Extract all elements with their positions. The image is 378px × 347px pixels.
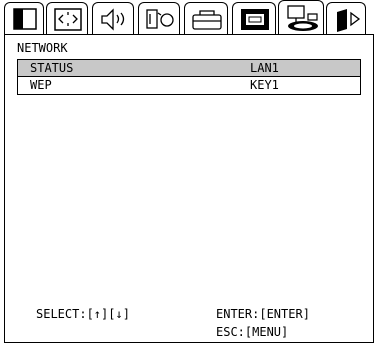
menu-item-label: STATUS — [30, 61, 74, 75]
section-title: NETWORK — [17, 41, 68, 55]
audio-tab[interactable] — [92, 2, 134, 34]
setup-tab[interactable] — [138, 2, 180, 34]
image-tab[interactable] — [46, 2, 88, 34]
menu-item-value: KEY1 — [250, 78, 279, 92]
next-tab[interactable] — [326, 2, 366, 34]
menu-item-wep[interactable]: WEP KEY1 — [17, 77, 361, 95]
network-tab[interactable] — [278, 0, 324, 36]
options-tab[interactable] — [184, 2, 228, 34]
menu-tab-bar — [0, 0, 378, 36]
menu-item-value: LAN1 — [250, 61, 279, 75]
menu-item-status[interactable]: STATUS LAN1 — [17, 59, 361, 77]
network-menu-list: STATUS LAN1 WEP KEY1 — [17, 59, 361, 95]
picture-tab[interactable] — [4, 2, 44, 34]
network-menu-panel: NETWORK STATUS LAN1 WEP KEY1 SELECT:[↑][… — [4, 34, 374, 343]
menu-item-label: WEP — [30, 78, 52, 92]
screen-tab[interactable] — [232, 2, 276, 34]
select-hint: SELECT:[↑][↓] — [36, 307, 130, 321]
esc-hint: ESC:[MENU] — [216, 325, 289, 339]
enter-hint: ENTER:[ENTER] — [216, 307, 310, 321]
